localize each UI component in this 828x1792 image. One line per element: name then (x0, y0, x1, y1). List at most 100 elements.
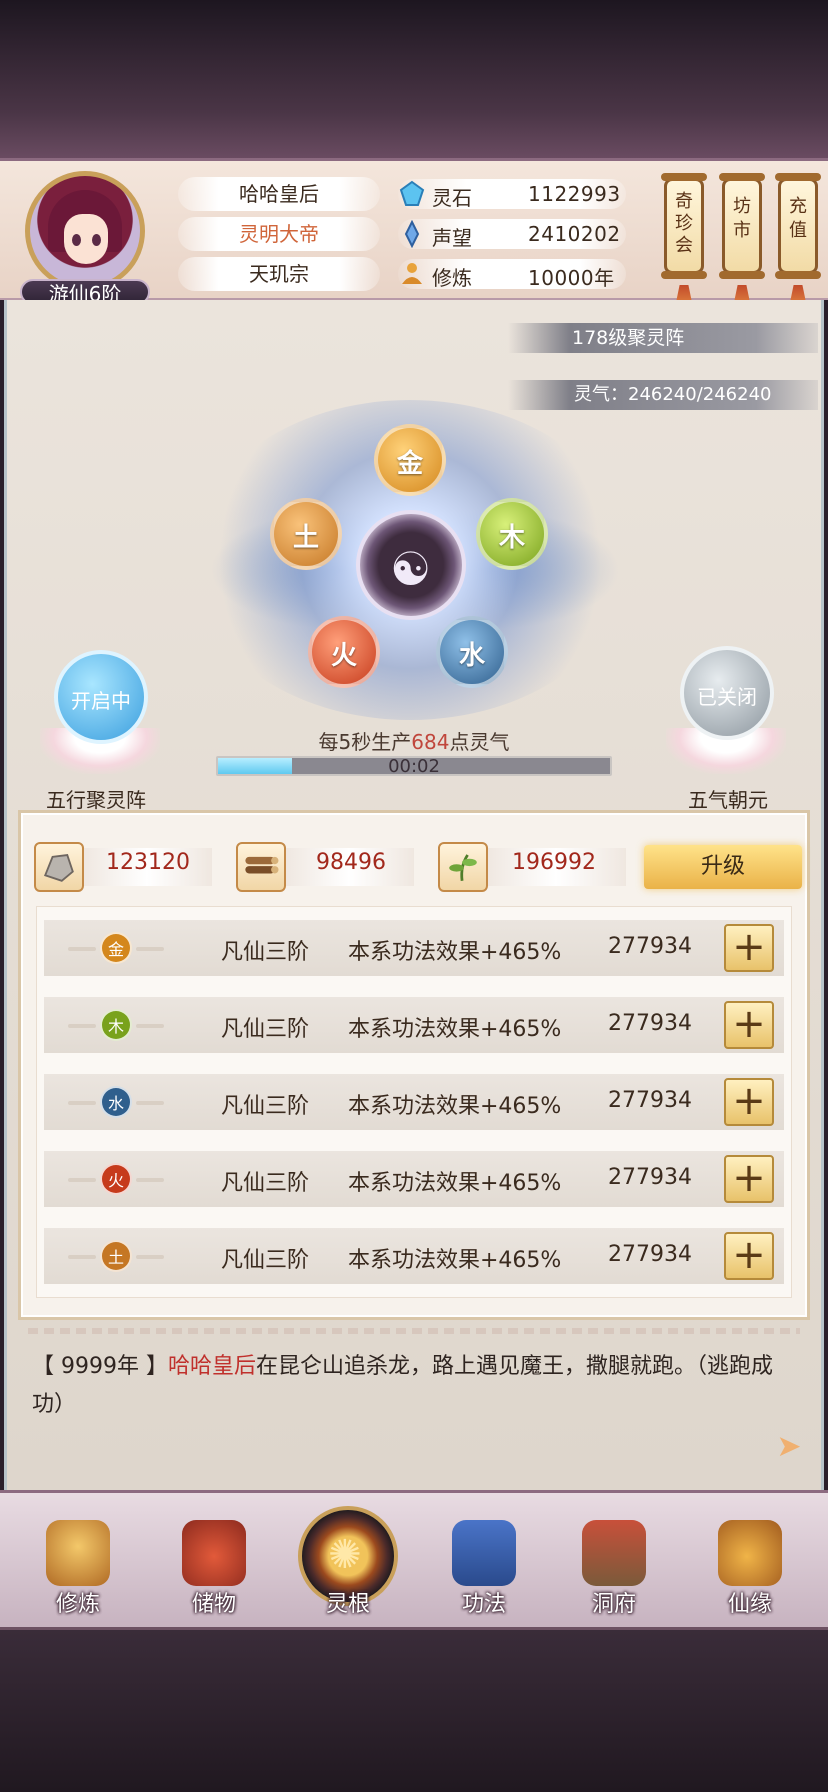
spirit-stone-stat: 灵石 1122993 (390, 177, 630, 211)
element-effect: 本系功法效果+465% (348, 1094, 562, 1119)
cultivation-icon (402, 263, 422, 284)
treasure-hall-button[interactable]: 奇珍会 (661, 173, 707, 279)
ore-icon (34, 842, 84, 892)
fate-gourd-icon (718, 1520, 782, 1586)
add-button[interactable]: + (724, 1001, 774, 1049)
cave-dwelling-icon (582, 1520, 646, 1586)
nav-cultivate[interactable]: 修炼 (30, 1520, 126, 1630)
yinyang-icon[interactable]: ☯ (356, 510, 466, 620)
produce-value: 684 (411, 730, 450, 754)
produce-prefix: 每5秒生产 (318, 730, 412, 754)
button-label: 充值 (789, 196, 807, 241)
spirit-stone-icon (399, 180, 425, 206)
add-button[interactable]: + (724, 1078, 774, 1126)
cultivate-icon (46, 1520, 110, 1586)
reputation-stat: 声望 2410202 (390, 217, 630, 251)
add-button[interactable]: + (724, 1155, 774, 1203)
wood-orb[interactable]: 木 (476, 498, 548, 570)
yinyang-glyph: ☯ (390, 542, 432, 596)
cultivation-stat: 修炼 10000年 (390, 257, 630, 291)
log-player-name: 哈哈皇后 (167, 1354, 256, 1379)
add-button[interactable]: + (724, 1232, 774, 1280)
element-badge: 火 (68, 1163, 164, 1195)
fire-orb[interactable]: 火 (308, 616, 380, 688)
element-rank: 凡仙三阶 (221, 1171, 310, 1196)
nav-label: 仙缘 (727, 1592, 772, 1617)
nav-label: 洞府 (591, 1592, 636, 1617)
element-cost: 277934 (608, 1242, 692, 1267)
earth-orb[interactable]: 土 (270, 498, 342, 570)
avatar-face (64, 214, 108, 264)
log-next-arrow-icon[interactable]: ➤ (772, 1430, 806, 1464)
element-rank: 凡仙三阶 (221, 1094, 310, 1119)
upgrade-button[interactable]: 升级 (644, 845, 802, 889)
nav-fate[interactable]: 仙缘 (702, 1520, 798, 1630)
avatar[interactable] (25, 171, 145, 291)
element-badge: 木 (68, 1009, 164, 1041)
element-rank: 凡仙三阶 (221, 940, 310, 965)
element-cost: 277934 (608, 934, 692, 959)
array-level-label: 178级聚灵阵 (508, 323, 818, 353)
button-label: 坊市 (733, 196, 751, 241)
divider (28, 1328, 800, 1334)
log-year: 【 9999年 】 (32, 1354, 168, 1379)
player-avatar[interactable]: 游仙6阶 (20, 171, 150, 306)
element-badge: 水 (68, 1086, 164, 1118)
water-orb[interactable]: 水 (436, 616, 508, 688)
element-cost: 277934 (608, 1165, 692, 1190)
recharge-button[interactable]: 充值 (775, 173, 821, 279)
market-button[interactable]: 坊市 (719, 173, 765, 279)
stat-value: 10000年 (528, 266, 615, 290)
wood-icon (236, 842, 286, 892)
wood-amount: 98496 (316, 850, 386, 875)
list-item: 火 凡仙三阶 本系功法效果+465% 277934 + (44, 1151, 784, 1207)
add-button[interactable]: + (724, 924, 774, 972)
element-effect: 本系功法效果+465% (348, 1248, 562, 1273)
bottom-backdrop (0, 1630, 828, 1792)
stat-value: 2410202 (528, 222, 621, 246)
element-rank: 凡仙三阶 (221, 1017, 310, 1042)
nav-label: 灵根 (325, 1592, 370, 1617)
nav-label: 修炼 (55, 1592, 100, 1617)
element-effect: 本系功法效果+465% (348, 940, 562, 965)
player-sect: 天玑宗 (178, 257, 380, 291)
list-item: 土 凡仙三阶 本系功法效果+465% 277934 + (44, 1228, 784, 1284)
stat-label: 声望 (432, 226, 472, 250)
herb-amount: 196992 (512, 850, 596, 875)
nav-spirit-root[interactable]: 灵根 (300, 1520, 396, 1630)
player-name: 哈哈皇后 (178, 177, 380, 211)
element-badge: 土 (68, 1240, 164, 1272)
stat-label: 修炼 (432, 266, 472, 290)
player-title[interactable]: 灵明大帝 (178, 217, 380, 251)
list-item: 木 凡仙三阶 本系功法效果+465% 277934 + (44, 997, 784, 1053)
avatar-eye (92, 234, 101, 246)
progress-timer: 00:02 (388, 756, 440, 777)
herb-icon (438, 842, 488, 892)
ore-amount: 123120 (106, 850, 190, 875)
reputation-icon (404, 220, 420, 248)
list-item: 水 凡仙三阶 本系功法效果+465% 277934 + (44, 1074, 784, 1130)
production-rate: 每5秒生产684点灵气 (0, 726, 828, 755)
technique-book-icon (452, 1520, 516, 1586)
production-progress-bar: 00:02 (216, 756, 612, 777)
element-effect: 本系功法效果+465% (348, 1171, 562, 1196)
storage-bag-icon (182, 1520, 246, 1586)
stat-value: 1122993 (528, 182, 621, 206)
element-rank: 凡仙三阶 (221, 1248, 310, 1273)
five-qi-label: 五气朝元 (688, 788, 768, 812)
list-item: 金 凡仙三阶 本系功法效果+465% 277934 + (44, 920, 784, 976)
nav-cave[interactable]: 洞府 (566, 1520, 662, 1630)
nav-technique[interactable]: 功法 (436, 1520, 532, 1630)
five-element-array-label: 五行聚灵阵 (46, 788, 146, 812)
nav-storage[interactable]: 储物 (166, 1520, 262, 1630)
event-log: 【 9999年 】哈哈皇后在昆仑山追杀龙，路上遇见魔王，撒腿就跑。（逃跑成功） (32, 1348, 804, 1424)
avatar-eye (72, 234, 81, 246)
produce-suffix: 点灵气 (449, 730, 510, 754)
element-cost: 277934 (608, 1088, 692, 1113)
element-badge: 金 (68, 932, 164, 964)
element-cost: 277934 (608, 1011, 692, 1036)
nav-label: 储物 (191, 1592, 236, 1617)
metal-orb[interactable]: 金 (374, 424, 446, 496)
element-effect: 本系功法效果+465% (348, 1017, 562, 1042)
stat-label: 灵石 (432, 186, 472, 210)
